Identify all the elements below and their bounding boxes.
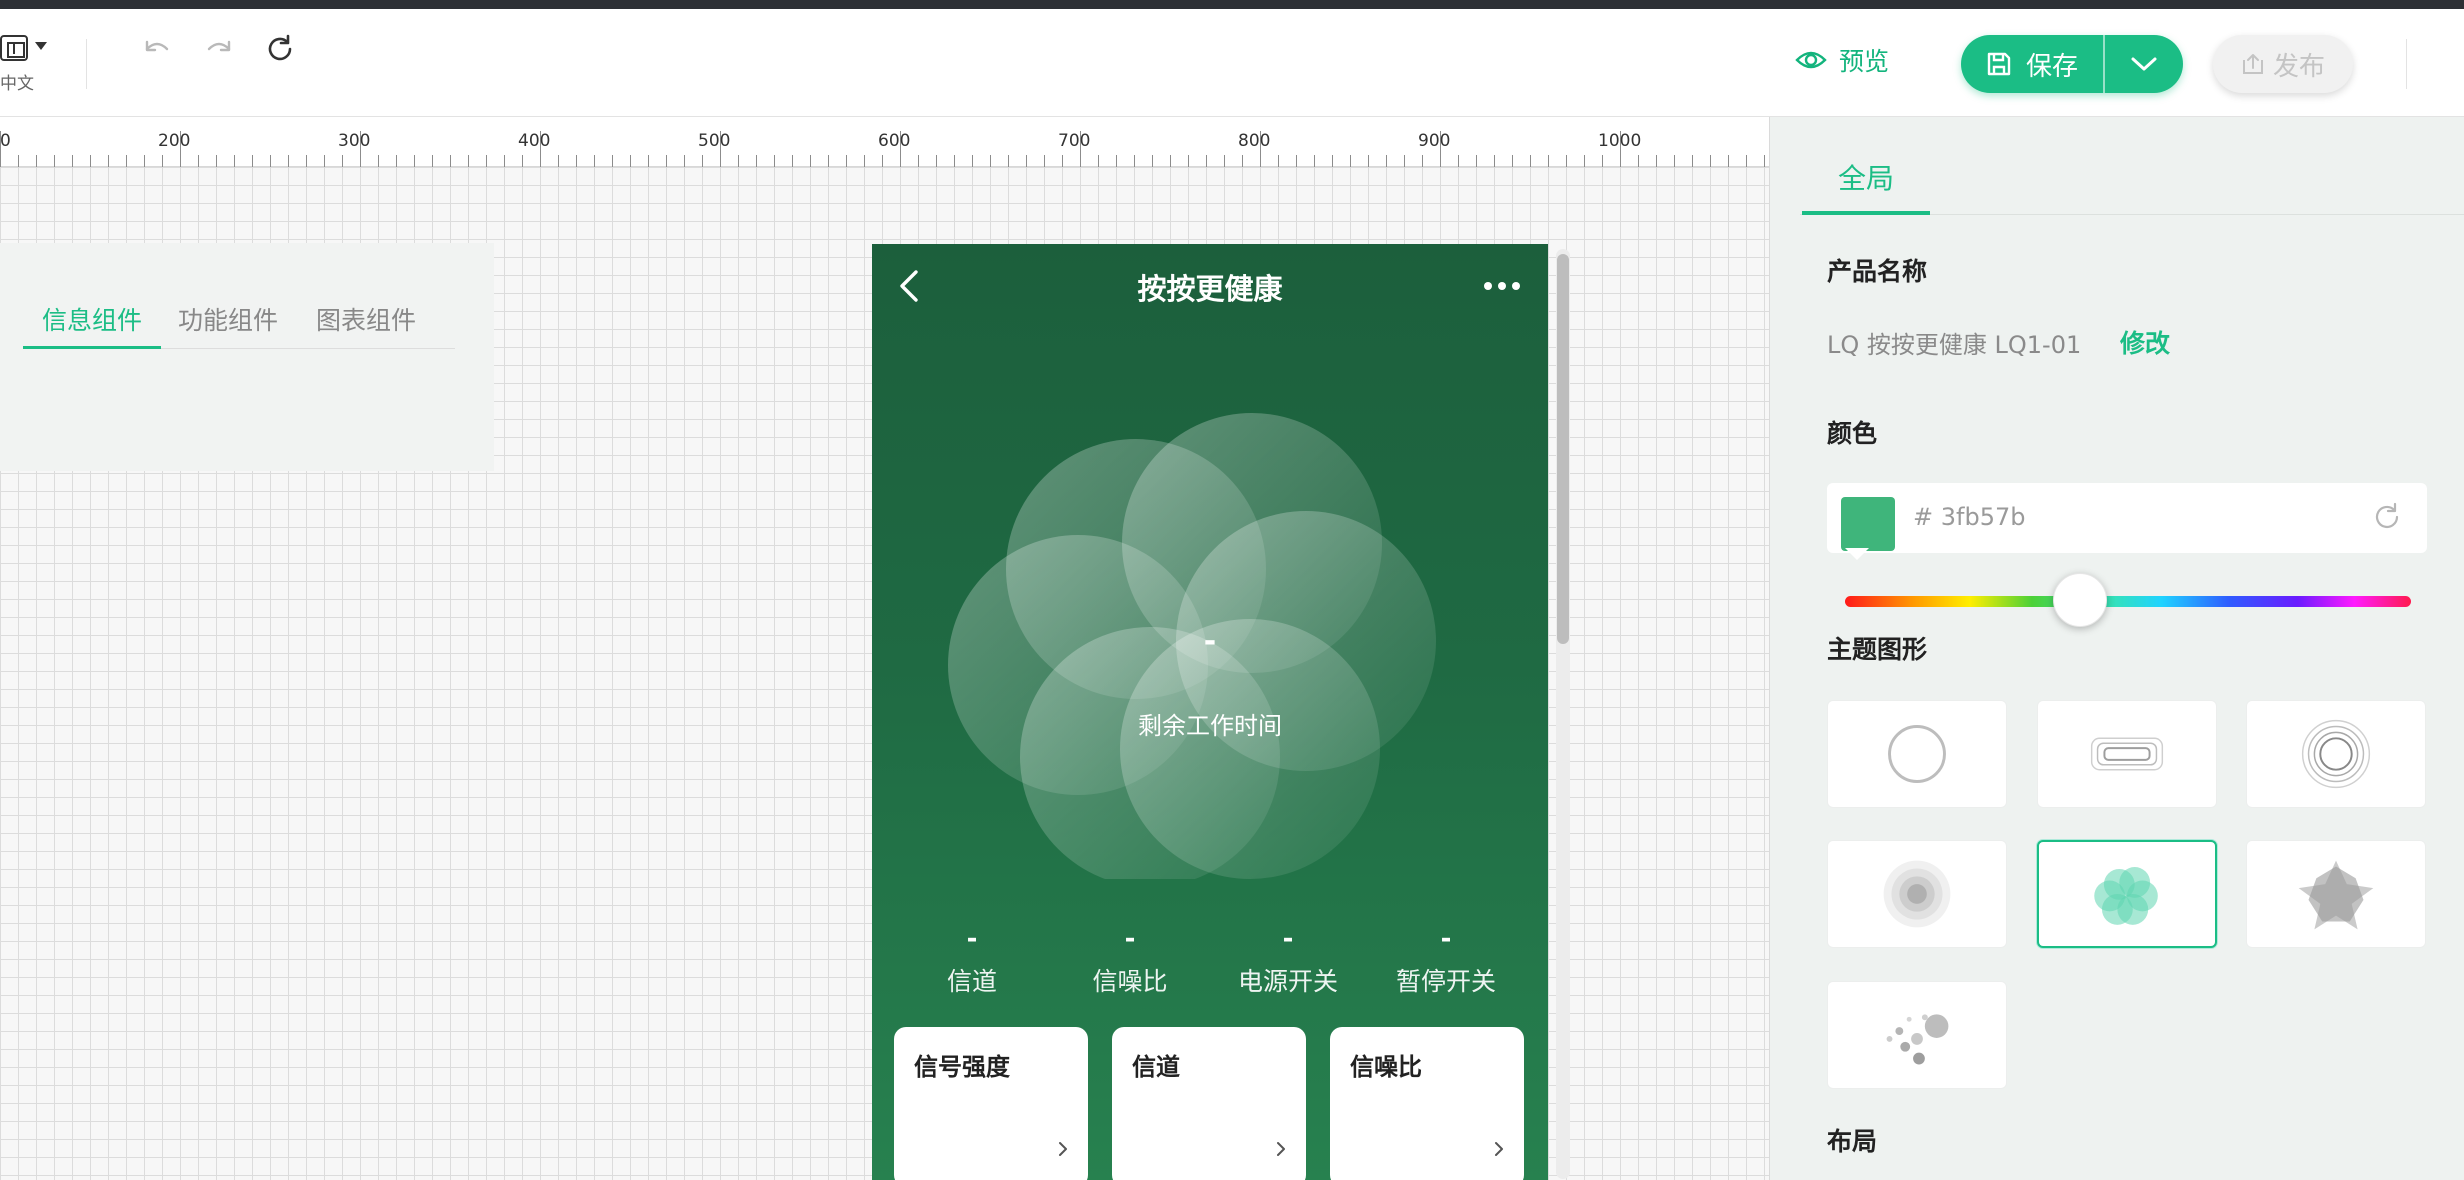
remaining-time-label: 剩余工作时间: [1138, 712, 1282, 740]
preview-label: 预览: [1839, 47, 1890, 76]
color-picker-pointer: [1845, 548, 1869, 560]
card-title: 信噪比: [1350, 1053, 1422, 1081]
tab-global[interactable]: 全局: [1802, 157, 1930, 215]
reset-color-icon[interactable]: [2369, 499, 2405, 535]
layout-grid-icon: [0, 35, 28, 61]
tab-info-components[interactable]: 信息组件: [23, 303, 161, 349]
stat-value: -: [1124, 924, 1136, 954]
stat-label: 电源开关: [1237, 967, 1338, 996]
save-button[interactable]: 保存: [1961, 35, 2105, 93]
theme-shape-concentric-rings[interactable]: [2246, 700, 2426, 808]
stat-label: 信噪比: [1092, 967, 1168, 996]
tab-function-components[interactable]: 功能组件: [178, 303, 278, 349]
chevron-right-icon: [1059, 1142, 1067, 1156]
stat-item: - 信噪比: [1060, 924, 1200, 998]
settings-tabs: 全局: [1800, 117, 2464, 215]
settings-panel: 全局 产品名称 LQ 按按更健康 LQ1-01 修改 颜色 主题图形: [1769, 117, 2464, 1180]
ruler-mark: 200: [158, 131, 191, 151]
ruler-mark: 500: [698, 131, 731, 151]
save-icon: [1987, 52, 2011, 76]
toolbar: 中文 预览 保存 发布: [0, 9, 2464, 117]
ruler-mark: 0: [0, 131, 11, 151]
card-signal-strength[interactable]: 信号强度: [894, 1027, 1088, 1180]
tab-chart-components[interactable]: 图表组件: [316, 303, 416, 349]
stat-label: 暂停开关: [1395, 967, 1496, 996]
theme-shape-pinwheel[interactable]: [2037, 840, 2217, 948]
chevron-right-icon: [1277, 1142, 1285, 1156]
theme-shape-title: 主题图形: [1827, 635, 1928, 664]
theme-shape-circle[interactable]: [1827, 700, 2007, 808]
refresh-icon[interactable]: [260, 29, 300, 69]
layout-switch-button[interactable]: [0, 31, 50, 65]
layout-title: 布局: [1827, 1127, 1878, 1156]
chevron-down-icon: [2131, 57, 2157, 71]
stat-label: 信道: [946, 967, 997, 996]
stat-value: -: [1282, 924, 1294, 954]
theme-shape-star[interactable]: [2246, 840, 2426, 948]
more-icon[interactable]: [1482, 278, 1522, 292]
ruler-mark: 300: [338, 131, 371, 151]
color-hex-input[interactable]: [1913, 503, 2293, 531]
ruler-mark: 400: [518, 131, 551, 151]
data-cards: 信号强度 信道 信噪比: [894, 1027, 1534, 1180]
hue-slider-thumb[interactable]: [2053, 573, 2107, 627]
component-panel: 信息组件 功能组件 图表组件: [0, 243, 494, 471]
theme-shape-rounded-rect[interactable]: [2037, 700, 2217, 808]
ruler-mark: 800: [1238, 131, 1271, 151]
component-tabs: 信息组件 功能组件 图表组件: [23, 303, 455, 349]
stat-item: - 电源开关: [1218, 924, 1358, 998]
color-title: 颜色: [1827, 419, 1878, 448]
edit-product-name-link[interactable]: 修改: [2120, 324, 2170, 360]
preview-button[interactable]: 预览: [1795, 39, 1889, 81]
redo-icon[interactable]: [199, 29, 239, 69]
save-options-dropdown[interactable]: [2105, 35, 2183, 93]
card-channel[interactable]: 信道: [1112, 1027, 1306, 1180]
save-button-group: 保存: [1961, 35, 2183, 93]
card-snr[interactable]: 信噪比: [1330, 1027, 1524, 1180]
design-canvas[interactable]: 信息组件 功能组件 图表组件 按按更健康 - 剩余工作时间 - 信道 - 信噪比…: [0, 167, 1769, 1180]
ruler-mark: 600: [878, 131, 911, 151]
undo-icon[interactable]: [137, 29, 177, 69]
publish-label: 发布: [2272, 51, 2325, 82]
stat-value: -: [1440, 924, 1452, 954]
hue-slider[interactable]: [1845, 596, 2411, 607]
ruler-mark: 700: [1058, 131, 1091, 151]
theme-shape-scatter-dots[interactable]: [1827, 981, 2007, 1089]
publish-button[interactable]: 发布: [2213, 35, 2353, 93]
toolbar-divider: [2406, 39, 2407, 89]
toolbar-divider: [86, 39, 87, 89]
theme-shape-radial-dots[interactable]: [1827, 840, 2007, 948]
stat-item: - 暂停开关: [1376, 924, 1516, 998]
product-name-value: LQ 按按更健康 LQ1-01: [1827, 331, 2082, 359]
stat-item: - 信道: [902, 924, 1042, 998]
phone-title: 按按更健康: [1137, 272, 1283, 306]
phone-preview[interactable]: 按按更健康 - 剩余工作时间 - 信道 - 信噪比 - 电源开关 - 暂停开关 …: [872, 244, 1548, 1180]
stat-value: -: [966, 924, 978, 954]
pinwheel-graphic: [948, 413, 1436, 879]
window-top-strip: [0, 0, 2464, 9]
chevron-right-icon: [1495, 1142, 1503, 1156]
save-label: 保存: [2025, 51, 2078, 82]
color-swatch[interactable]: [1841, 497, 1895, 551]
remaining-time-value: -: [1203, 624, 1217, 659]
language-label[interactable]: 中文: [0, 69, 34, 94]
phone-scrollbar-thumb[interactable]: [1557, 254, 1569, 644]
card-title: 信号强度: [914, 1053, 1010, 1081]
ruler-mark: 900: [1418, 131, 1451, 151]
ruler-mark: 1000: [1598, 131, 1642, 151]
product-name-title: 产品名称: [1827, 257, 1928, 286]
upload-icon: [2242, 54, 2263, 74]
color-picker-field[interactable]: [1827, 483, 2427, 553]
eye-icon: [1795, 51, 1827, 69]
caret-down-icon: [35, 42, 47, 50]
stats-row: - 信道 - 信噪比 - 电源开关 - 暂停开关: [872, 924, 1548, 1004]
card-title: 信道: [1132, 1053, 1180, 1081]
horizontal-ruler: 0 200 300 400 500 600 700 800 900 1000: [0, 117, 1769, 167]
